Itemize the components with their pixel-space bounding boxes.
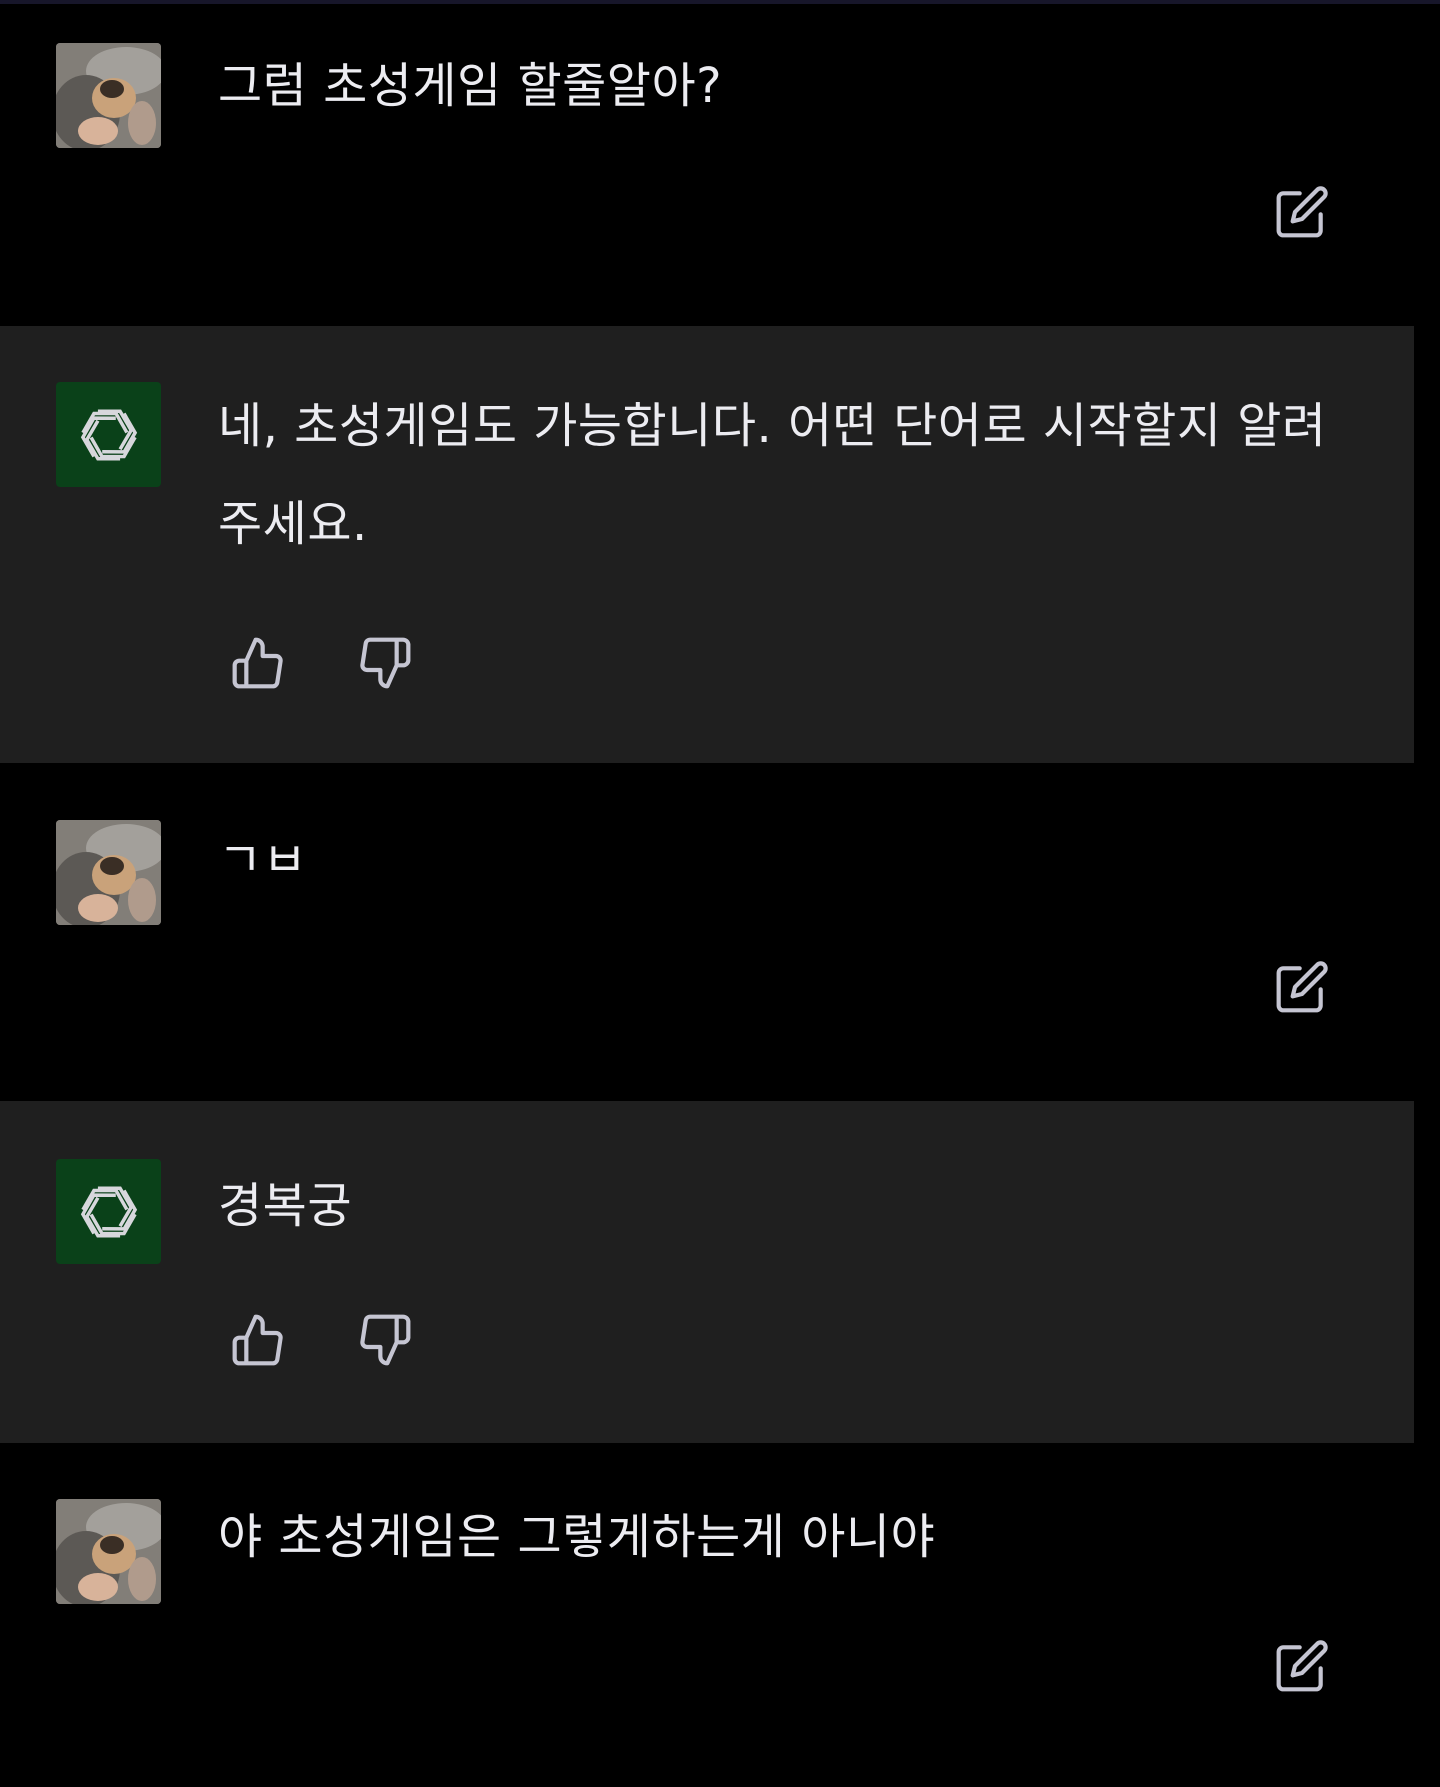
chat-message-assistant: 네, 초성게임도 가능합니다. 어떤 단어로 시작할지 알려주세요. (0, 326, 1414, 763)
thumbs-up-icon (232, 1314, 283, 1366)
chat-message-user: ㄱㅂ (0, 763, 1440, 1101)
edit-button[interactable] (1272, 957, 1332, 1017)
message-text: ㄱㅂ (218, 832, 308, 888)
assistant-avatar (56, 382, 161, 487)
message-text: 야 초성게임은 그렇게하는게 아니야 (218, 1509, 936, 1565)
assistant-avatar (56, 1159, 161, 1264)
thumbs-up-icon (232, 637, 283, 689)
thumbs-down-icon (360, 1314, 411, 1366)
edit-icon (1276, 1640, 1328, 1692)
edit-button[interactable] (1272, 182, 1332, 242)
thumbs-down-button[interactable] (355, 633, 415, 693)
thumbs-down-icon (360, 637, 411, 689)
edit-icon (1276, 186, 1328, 238)
user-avatar (56, 820, 161, 925)
openai-logo-icon (80, 409, 137, 460)
message-text: 경복궁 (218, 1178, 352, 1234)
message-text: 그럼 초성게임 할줄알아? (218, 58, 723, 114)
chat-message-assistant: 경복궁 (0, 1101, 1414, 1443)
chat-message-user: 그럼 초성게임 할줄알아? (0, 4, 1440, 326)
message-text: 네, 초성게임도 가능합니다. 어떤 단어로 시작할지 알려주세요. (218, 398, 1327, 552)
chat-message-user: 야 초성게임은 그렇게하는게 아니야 (0, 1443, 1440, 1787)
user-avatar (56, 43, 161, 148)
edit-icon (1276, 961, 1328, 1013)
edit-button[interactable] (1272, 1636, 1332, 1696)
openai-logo-icon (80, 1186, 137, 1237)
user-avatar (56, 1499, 161, 1604)
thumbs-up-button[interactable] (228, 633, 288, 693)
thumbs-down-button[interactable] (355, 1310, 415, 1370)
thumbs-up-button[interactable] (228, 1310, 288, 1370)
